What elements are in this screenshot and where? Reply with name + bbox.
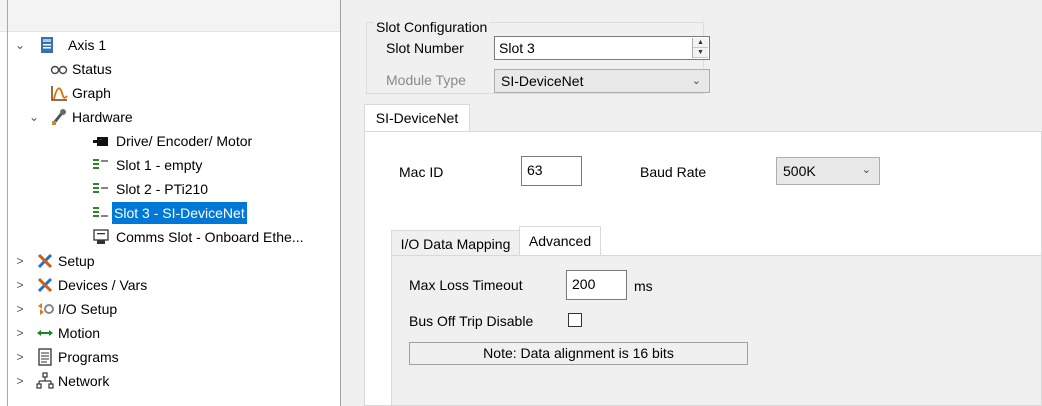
programs-icon <box>38 348 52 366</box>
slot-number-value: Slot 3 <box>499 40 535 56</box>
expand-chevron-icon[interactable]: > <box>14 250 26 272</box>
tab-si-devicenet[interactable]: SI-DeviceNet <box>364 104 470 132</box>
expand-chevron-icon[interactable]: > <box>14 370 26 392</box>
tree-item-label: Slot 2 - PTi210 <box>116 181 209 197</box>
tree-item-label: Motion <box>58 325 101 341</box>
slot-configuration-legend: Slot Configuration <box>374 19 490 35</box>
tree-item-label: Programs <box>58 349 119 365</box>
tree-pane: ⌄ Axis 1 Status Graph ⌄ Hardware Drive/ … <box>0 0 341 406</box>
expand-chevron-icon[interactable]: ⌄ <box>28 106 40 128</box>
tree-item-label: Comms Slot - Onboard Ethe... <box>116 229 304 245</box>
spin-up-icon[interactable]: ▲ <box>693 38 708 48</box>
motion-arrows-icon <box>37 330 53 336</box>
data-alignment-note: Note: Data alignment is 16 bits <box>409 342 748 365</box>
expand-chevron-icon[interactable]: > <box>14 322 26 344</box>
module-type-label: Module Type <box>386 72 466 88</box>
tree-item-label: Setup <box>58 253 95 269</box>
tab-advanced[interactable]: Advanced <box>519 226 601 256</box>
slot-icon <box>93 207 108 217</box>
tree-item-label: Slot 3 - SI-DeviceNet <box>112 202 247 224</box>
comms-slot-icon <box>93 229 109 244</box>
baud-rate-label: Baud Rate <box>640 164 707 180</box>
slot-number-label: Slot Number <box>386 40 464 56</box>
drive-encoder-icon <box>93 137 108 146</box>
drive-axis-icon <box>41 37 53 53</box>
io-setup-icon <box>38 303 54 315</box>
mac-id-input[interactable]: 63 <box>521 156 582 186</box>
spin-buttons: ▲ ▼ <box>692 38 708 58</box>
baud-rate-value: 500K <box>783 163 816 179</box>
spin-down-icon[interactable]: ▼ <box>693 48 708 58</box>
tree-item-label: Slot 1 - empty <box>116 157 203 173</box>
bus-off-trip-disable-checkbox[interactable] <box>568 313 582 327</box>
tree-item-label: Status <box>72 61 112 77</box>
tree-item-label: Drive/ Encoder/ Motor <box>116 133 253 149</box>
module-type-dropdown[interactable]: SI-DeviceNet ⌄ <box>494 69 710 93</box>
hardware-wrench-icon <box>52 109 66 125</box>
module-type-value: SI-DeviceNet <box>501 73 584 89</box>
tree-item-label: I/O Setup <box>58 301 118 317</box>
devices-tools-icon <box>37 277 53 293</box>
baud-rate-dropdown[interactable]: 500K ⌄ <box>776 157 880 185</box>
tree-item-label: Network <box>58 373 110 389</box>
expand-chevron-icon[interactable]: > <box>14 298 26 320</box>
tree-item-label: Devices / Vars <box>58 277 148 293</box>
slot-icon <box>93 159 108 169</box>
expand-chevron-icon[interactable]: > <box>14 346 26 368</box>
graph-icon <box>51 86 68 101</box>
tree-header-strip <box>0 0 340 32</box>
slot-icon <box>93 183 108 193</box>
max-loss-timeout-unit: ms <box>634 278 653 294</box>
tab-io-data-mapping[interactable]: I/O Data Mapping <box>391 230 520 256</box>
expand-chevron-icon[interactable]: > <box>14 274 26 296</box>
slot-number-spinner[interactable]: Slot 3 ▲ ▼ <box>494 36 710 60</box>
max-loss-timeout-label: Max Loss Timeout <box>409 277 523 293</box>
tree-item-label: Axis 1 <box>68 37 107 53</box>
expand-chevron-icon[interactable]: ⌄ <box>14 34 26 56</box>
max-loss-timeout-input[interactable]: 200 <box>566 270 627 300</box>
tree-item-label: Hardware <box>72 109 133 125</box>
status-icon <box>50 65 68 75</box>
chevron-down-icon: ⌄ <box>691 75 701 87</box>
tree-item-label: Graph <box>72 85 111 101</box>
bus-off-trip-disable-label: Bus Off Trip Disable <box>409 313 534 329</box>
tree-left-border <box>7 0 8 406</box>
mac-id-label: Mac ID <box>399 164 444 180</box>
setup-tools-icon <box>37 253 53 269</box>
network-icon <box>36 372 54 389</box>
chevron-down-icon: ⌄ <box>861 164 871 176</box>
